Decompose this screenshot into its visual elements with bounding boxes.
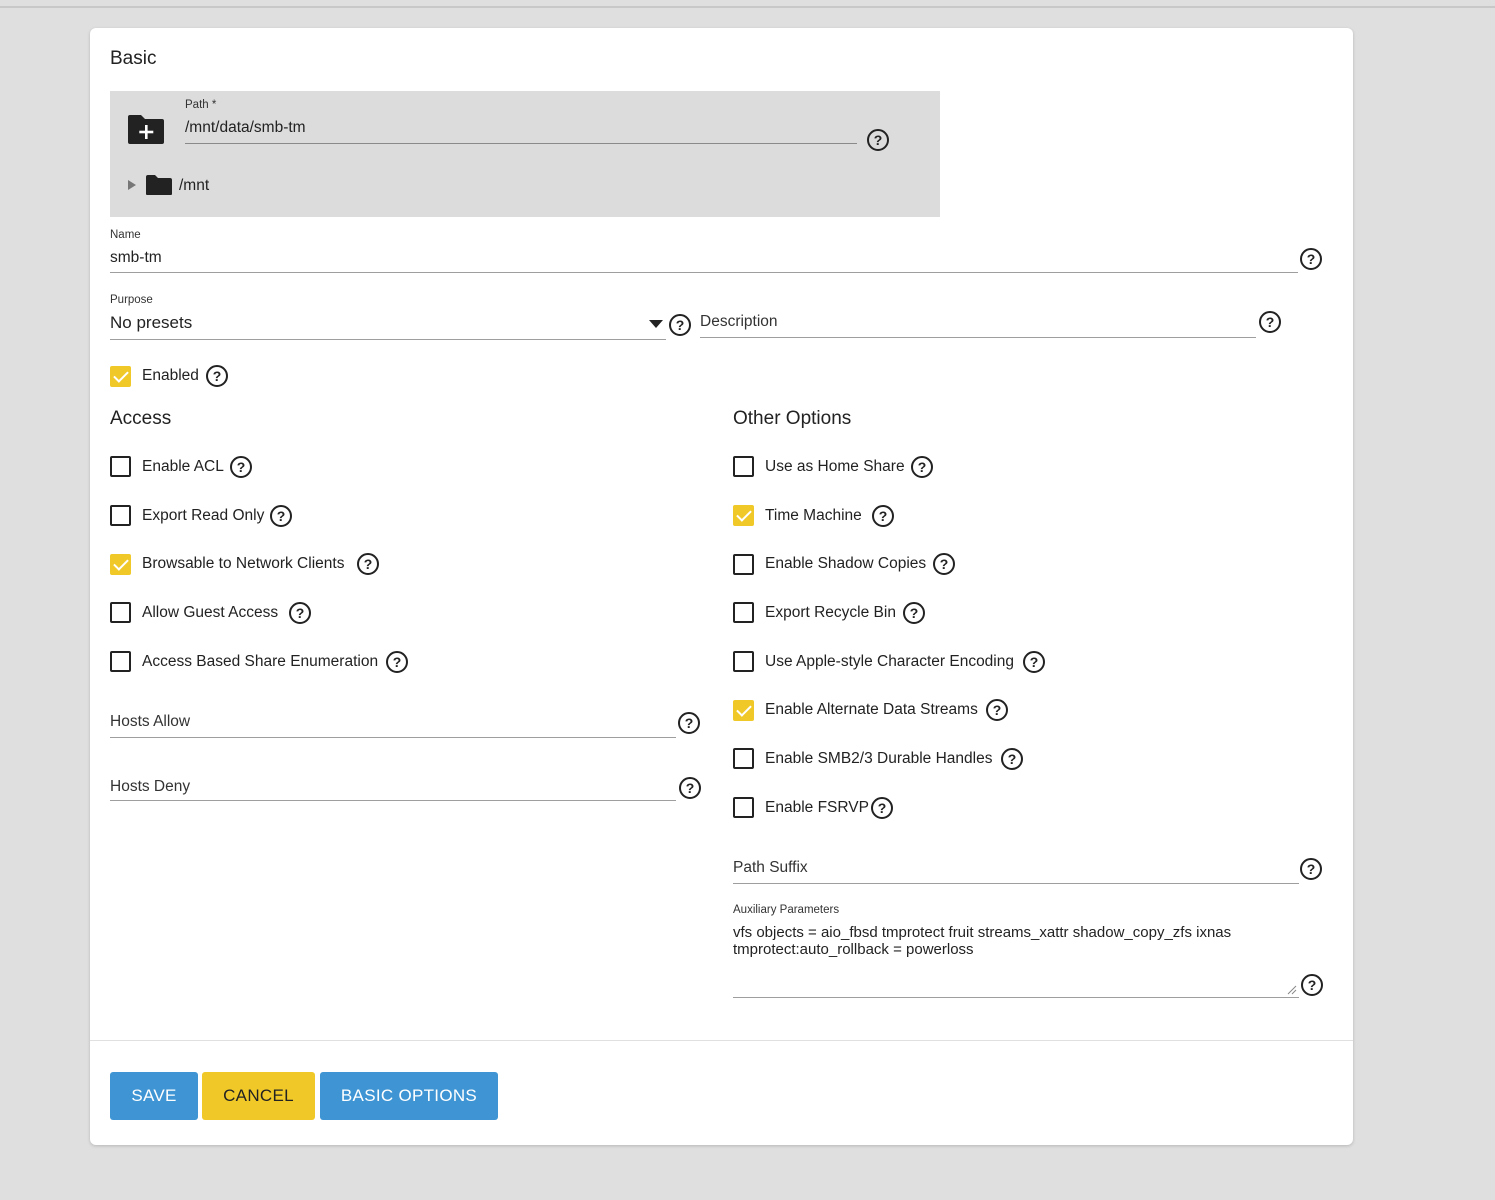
- help-icon[interactable]: ?: [386, 651, 408, 673]
- purpose-select[interactable]: No presets: [110, 313, 192, 333]
- hosts-allow-underline: [110, 737, 676, 738]
- description-input[interactable]: Description: [700, 313, 778, 331]
- help-icon[interactable]: ?: [678, 712, 700, 734]
- path-input[interactable]: /mnt/data/smb-tm: [185, 119, 306, 137]
- help-icon[interactable]: ?: [230, 456, 252, 478]
- folder-icon: [146, 175, 172, 195]
- form-divider: [90, 1040, 1353, 1041]
- allow-guest-checkbox[interactable]: [110, 602, 131, 623]
- home-share-label: Use as Home Share: [765, 458, 905, 475]
- browsable-checkbox[interactable]: [110, 554, 131, 575]
- enabled-label: Enabled: [142, 367, 199, 384]
- hosts-deny-input[interactable]: Hosts Deny: [110, 778, 190, 796]
- help-icon[interactable]: ?: [270, 505, 292, 527]
- enabled-checkbox[interactable]: [110, 366, 131, 387]
- resize-handle-icon[interactable]: [1287, 985, 1297, 995]
- path-suffix-input[interactable]: Path Suffix: [733, 859, 808, 877]
- recycle-bin-checkbox[interactable]: [733, 602, 754, 623]
- fsrvp-label: Enable FSRVP: [765, 799, 869, 816]
- help-icon[interactable]: ?: [289, 602, 311, 624]
- description-underline: [700, 337, 1256, 338]
- tree-root-label[interactable]: /mnt: [179, 177, 209, 195]
- allow-guest-label: Allow Guest Access: [142, 604, 279, 621]
- help-icon[interactable]: ?: [867, 129, 889, 151]
- enable-acl-checkbox[interactable]: [110, 456, 131, 477]
- caret-down-icon[interactable]: [649, 320, 663, 328]
- export-read-only-label: Export Read Only: [142, 507, 265, 524]
- abse-label: Access Based Share Enumeration: [142, 653, 379, 670]
- save-button[interactable]: SAVE: [110, 1072, 198, 1120]
- help-icon[interactable]: ?: [933, 553, 955, 575]
- top-border: [0, 6, 1495, 8]
- purpose-label: Purpose: [110, 294, 153, 306]
- folder-plus-icon[interactable]: [126, 113, 166, 145]
- help-icon[interactable]: ?: [1023, 651, 1045, 673]
- name-label: Name: [110, 229, 141, 241]
- name-input[interactable]: smb-tm: [110, 249, 162, 267]
- help-icon[interactable]: ?: [1259, 311, 1281, 333]
- section-title-basic: Basic: [110, 48, 157, 69]
- apple-encoding-label: Use Apple-style Character Encoding: [765, 653, 1014, 670]
- help-icon[interactable]: ?: [669, 314, 691, 336]
- aux-params-label: Auxiliary Parameters: [733, 904, 840, 916]
- durable-handles-label: Enable SMB2/3 Durable Handles: [765, 750, 993, 767]
- cancel-button[interactable]: CANCEL: [202, 1072, 315, 1120]
- section-title-access: Access: [110, 408, 172, 429]
- export-read-only-checkbox[interactable]: [110, 505, 131, 526]
- time-machine-checkbox[interactable]: [733, 505, 754, 526]
- help-icon[interactable]: ?: [986, 699, 1008, 721]
- help-icon[interactable]: ?: [357, 553, 379, 575]
- name-underline: [110, 272, 1298, 273]
- section-title-other: Other Options: [733, 408, 852, 429]
- path-underline: [185, 143, 857, 144]
- shadow-copies-label: Enable Shadow Copies: [765, 555, 927, 572]
- help-icon[interactable]: ?: [871, 797, 893, 819]
- home-share-checkbox[interactable]: [733, 456, 754, 477]
- alt-data-streams-label: Enable Alternate Data Streams: [765, 701, 978, 718]
- browsable-label: Browsable to Network Clients: [142, 555, 345, 572]
- fsrvp-checkbox[interactable]: [733, 797, 754, 818]
- hosts-allow-input[interactable]: Hosts Allow: [110, 713, 190, 731]
- aux-params-underline: [733, 997, 1299, 998]
- help-icon[interactable]: ?: [1300, 248, 1322, 270]
- smb-share-form: Basic Path * /mnt/data/smb-tm ? /mnt Nam…: [90, 28, 1353, 1145]
- path-label: Path *: [185, 99, 217, 111]
- triangle-right-icon[interactable]: [127, 180, 137, 190]
- aux-params-textarea[interactable]: vfs objects = aio_fbsd tmprotect fruit s…: [733, 924, 1231, 958]
- help-icon[interactable]: ?: [911, 456, 933, 478]
- durable-handles-checkbox[interactable]: [733, 748, 754, 769]
- path-suffix-underline: [733, 883, 1299, 884]
- recycle-bin-label: Export Recycle Bin: [765, 604, 896, 621]
- help-icon[interactable]: ?: [1001, 748, 1023, 770]
- abse-checkbox[interactable]: [110, 651, 131, 672]
- help-icon[interactable]: ?: [206, 365, 228, 387]
- apple-encoding-checkbox[interactable]: [733, 651, 754, 672]
- purpose-underline: [110, 339, 666, 340]
- path-explorer: Path * /mnt/data/smb-tm ? /mnt: [110, 91, 940, 217]
- basic-options-button[interactable]: BASIC OPTIONS: [320, 1072, 498, 1120]
- help-icon[interactable]: ?: [872, 505, 894, 527]
- help-icon[interactable]: ?: [903, 602, 925, 624]
- alt-data-streams-checkbox[interactable]: [733, 700, 754, 721]
- help-icon[interactable]: ?: [1300, 858, 1322, 880]
- enable-acl-label: Enable ACL: [142, 458, 224, 475]
- hosts-deny-underline: [110, 800, 676, 801]
- shadow-copies-checkbox[interactable]: [733, 554, 754, 575]
- time-machine-label: Time Machine: [765, 507, 862, 524]
- help-icon[interactable]: ?: [679, 777, 701, 799]
- help-icon[interactable]: ?: [1301, 974, 1323, 996]
